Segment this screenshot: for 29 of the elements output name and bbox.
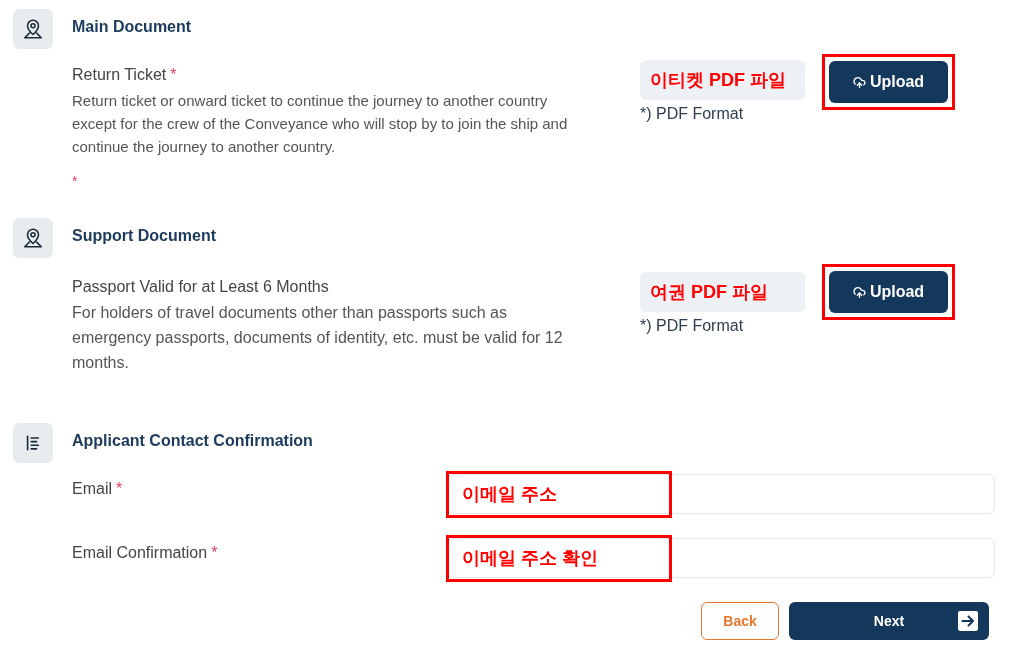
required-mark: * <box>170 65 177 85</box>
next-button[interactable]: Next <box>789 602 989 640</box>
upload-button[interactable]: Upload <box>829 61 948 103</box>
field-label: Email Confirmation <box>72 543 208 563</box>
required-mark: * <box>211 543 218 563</box>
cloud-upload-icon <box>852 75 866 89</box>
section-title: Main Document <box>72 17 192 37</box>
map-pin-icon <box>13 218 53 258</box>
file-name-field[interactable]: 여권 PDF 파일 <box>640 272 805 312</box>
map-pin-icon <box>13 9 53 49</box>
annotation-label: 이메일 주소 <box>462 483 557 506</box>
document-description: For holders of travel documents other than passports such as emergency passports, documents of identity, etc. must be valid for 12 months. <box>72 303 564 373</box>
annotation-label: 이메일 주소 확인 <box>462 547 598 570</box>
section-title: Applicant Contact Confirmation <box>72 431 313 451</box>
document-description: Return ticket or onward ticket to continue the journey to another country except for the crew of the Conveyance who will stop by to join the ship and continue the journey to another country. <box>72 91 569 157</box>
format-note: *) PDF Format <box>640 104 744 124</box>
document-label: Return Ticket <box>72 65 167 85</box>
format-note: *) PDF Format <box>640 316 744 336</box>
document-label: Passport Valid for at Least 6 Months <box>72 277 329 297</box>
required-mark: * <box>72 172 78 191</box>
arrow-right-icon <box>958 611 978 631</box>
upload-button[interactable]: Upload <box>829 271 948 313</box>
list-icon <box>13 423 53 463</box>
section-title: Support Document <box>72 226 216 246</box>
field-label: Email <box>72 479 112 499</box>
cloud-upload-icon <box>852 285 866 299</box>
file-name-field[interactable]: 이티켓 PDF 파일 <box>640 60 805 100</box>
back-button[interactable]: Back <box>701 602 779 640</box>
required-mark: * <box>116 479 123 499</box>
